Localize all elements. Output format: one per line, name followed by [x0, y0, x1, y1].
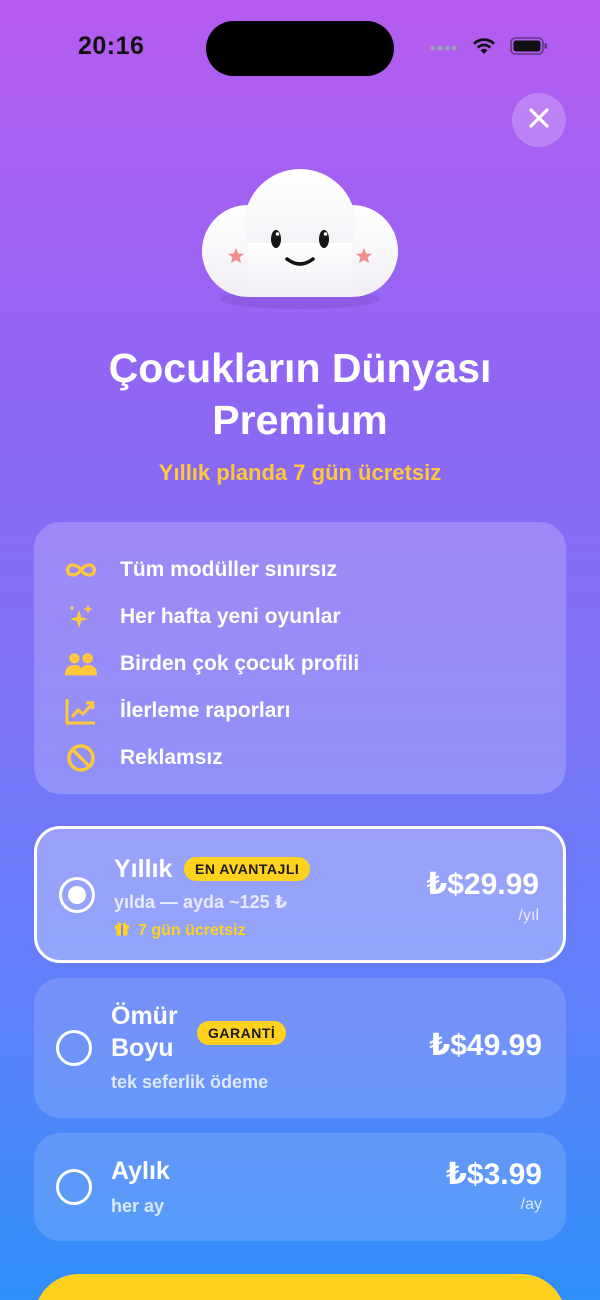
status-bar: 20:16 [0, 0, 600, 95]
subscribe-button[interactable] [34, 1274, 566, 1300]
plan-period: /yıl [518, 907, 539, 924]
title-line-1: Çocukların Dünyası [108, 345, 492, 391]
users-icon [64, 647, 98, 681]
feature-label: Her hafta yeni oyunlar [120, 604, 341, 628]
plan-price: ₺$3.99 [446, 1158, 542, 1191]
plan-monthly[interactable]: Aylık her ay ₺$3.99 /ay [34, 1133, 566, 1241]
plan-yearly[interactable]: Yıllık EN AVANTAJLI yılda — ayda ~125 ₺ … [34, 826, 566, 963]
close-icon [528, 107, 550, 134]
feature-label: Tüm modüller sınırsız [120, 557, 338, 581]
signal-icon [430, 39, 458, 57]
battery-icon [510, 36, 548, 60]
infinity-icon [64, 553, 98, 587]
feature-item: Her hafta yeni oyunlar [64, 593, 566, 640]
plan-description: tek seferlik ödeme [111, 1072, 269, 1092]
features-card: Tüm modüller sınırsız Her hafta yeni oyu… [34, 522, 566, 794]
trial-subtitle: Yıllık planda 7 gün ücretsiz [158, 460, 442, 485]
plan-lifetime[interactable]: Ömür Boyu GARANTİ tek seferlik ödeme ₺$4… [34, 978, 566, 1118]
dynamic-island [206, 21, 394, 76]
plan-name-line-1: Ömür [111, 1002, 178, 1030]
best-value-badge: EN AVANTAJLI [184, 857, 311, 881]
feature-label: Birden çok çocuk profili [120, 651, 360, 675]
feature-label: Reklamsız [120, 745, 223, 769]
plan-description: her ay [111, 1196, 165, 1216]
wifi-icon [472, 37, 496, 60]
plan-description: yılda — ayda ~125 ₺ [114, 892, 288, 912]
plan-price: ₺$49.99 [429, 1029, 542, 1062]
plan-period: /ay [520, 1196, 542, 1213]
status-icons [430, 36, 548, 60]
plan-trial: 7 gün ücretsiz [114, 920, 246, 941]
close-button[interactable] [512, 93, 566, 147]
title-line-2: Premium [212, 397, 388, 443]
plan-name: Aylık [111, 1157, 170, 1185]
radio-unselected[interactable] [56, 1169, 92, 1205]
feature-label: İlerleme raporları [120, 698, 291, 722]
plan-trial-label: 7 gün ücretsiz [138, 921, 246, 939]
sparkles-icon [64, 600, 98, 634]
gift-icon [114, 920, 130, 941]
plan-name: Yıllık [114, 855, 173, 883]
status-time: 20:16 [78, 32, 145, 60]
cloud-mascot [200, 163, 400, 311]
plan-price: ₺$29.99 [426, 868, 539, 901]
plan-name: Ömür Boyu [111, 1000, 178, 1064]
no-ads-icon [64, 741, 98, 775]
feature-item: Tüm modüller sınırsız [64, 546, 566, 593]
plan-name-line-2: Boyu [111, 1034, 174, 1062]
radio-unselected[interactable] [56, 1030, 92, 1066]
page-title: Çocukların Dünyası Premium [0, 342, 600, 446]
chart-up-icon [64, 694, 98, 728]
feature-item: Reklamsız [64, 734, 566, 781]
feature-item: İlerleme raporları [64, 687, 566, 734]
radio-selected[interactable] [59, 877, 95, 913]
feature-item: Birden çok çocuk profili [64, 640, 566, 687]
guarantee-badge: GARANTİ [197, 1021, 287, 1045]
